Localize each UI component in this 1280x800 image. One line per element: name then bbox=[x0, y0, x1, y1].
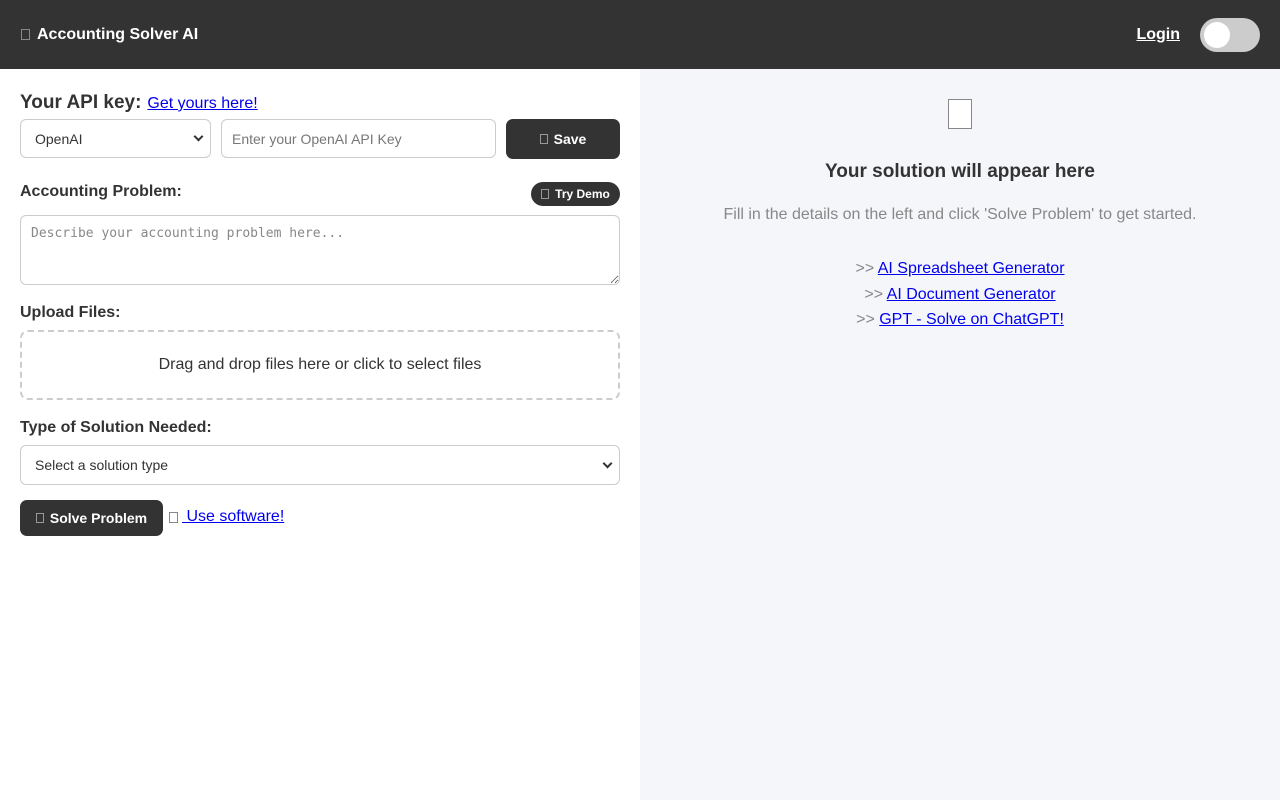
output-panel: Your solution will appear here Fill in t… bbox=[640, 69, 1280, 800]
try-demo-button[interactable]: Try Demo bbox=[531, 182, 620, 206]
input-panel: Your API key: Get yours here! OpenAI Sav… bbox=[0, 69, 640, 800]
api-key-header: Your API key: Get yours here! bbox=[20, 92, 258, 114]
link-prefix: >> bbox=[856, 311, 880, 328]
solve-icon bbox=[35, 513, 44, 523]
login-link[interactable]: Login bbox=[1136, 26, 1180, 44]
save-button-label: Save bbox=[553, 131, 587, 147]
solve-problem-button[interactable]: Solve Problem bbox=[20, 500, 163, 536]
chevron-down-icon bbox=[193, 131, 204, 142]
get-key-link[interactable]: Get yours here! bbox=[147, 95, 257, 113]
toggle-knob bbox=[1204, 21, 1230, 48]
upload-label: Upload Files: bbox=[20, 304, 121, 321]
problem-textarea[interactable] bbox=[20, 215, 620, 285]
use-software-link[interactable]: Use software! bbox=[169, 508, 284, 526]
app-title: Accounting Solver AI bbox=[37, 25, 199, 43]
chatgpt-link[interactable]: GPT - Solve on ChatGPT! bbox=[879, 311, 1064, 328]
provider-selected-value: OpenAI bbox=[35, 130, 83, 147]
related-link-row: >> AI Spreadsheet Generator bbox=[640, 256, 1280, 282]
api-key-input[interactable] bbox=[221, 119, 496, 158]
brand: Accounting Solver AI bbox=[21, 26, 198, 44]
software-icon bbox=[169, 511, 178, 523]
document-generator-link[interactable]: AI Document Generator bbox=[887, 286, 1056, 303]
try-demo-label: Try Demo bbox=[555, 187, 610, 201]
calculator-icon bbox=[21, 29, 30, 40]
play-icon bbox=[541, 189, 550, 199]
document-icon bbox=[948, 99, 972, 129]
solution-placeholder-title: Your solution will appear here bbox=[825, 161, 1095, 182]
save-icon bbox=[539, 134, 548, 144]
app-header: Accounting Solver AI Login bbox=[0, 0, 1280, 69]
related-link-row: >> AI Document Generator bbox=[640, 282, 1280, 308]
solution-type-label: Type of Solution Needed: bbox=[20, 419, 212, 436]
link-prefix: >> bbox=[855, 260, 878, 277]
spreadsheet-generator-link[interactable]: AI Spreadsheet Generator bbox=[878, 260, 1065, 277]
chevron-down-icon bbox=[602, 458, 613, 468]
file-dropzone[interactable]: Drag and drop files here or click to sel… bbox=[20, 330, 620, 400]
theme-toggle[interactable] bbox=[1200, 17, 1260, 52]
related-link-row: >> GPT - Solve on ChatGPT! bbox=[640, 307, 1280, 333]
link-prefix: >> bbox=[864, 285, 887, 303]
provider-select[interactable]: OpenAI bbox=[20, 119, 211, 158]
problem-label: Accounting Problem: bbox=[20, 183, 182, 200]
solution-placeholder-subtitle: Fill in the details on the left and clic… bbox=[723, 206, 1197, 223]
solution-type-select[interactable]: Select a solution type bbox=[20, 445, 620, 485]
solve-button-label: Solve Problem bbox=[49, 510, 148, 526]
save-button[interactable]: Save bbox=[506, 119, 620, 159]
solution-type-selected-value: Select a solution type bbox=[35, 457, 169, 473]
use-software-label: Use software! bbox=[182, 508, 285, 525]
related-links: >> AI Spreadsheet Generator >> AI Docume… bbox=[640, 256, 1280, 333]
header-actions: Login bbox=[1136, 17, 1260, 52]
dropzone-text: Drag and drop files here or click to sel… bbox=[158, 356, 482, 373]
api-key-label: Your API key: bbox=[20, 92, 142, 113]
